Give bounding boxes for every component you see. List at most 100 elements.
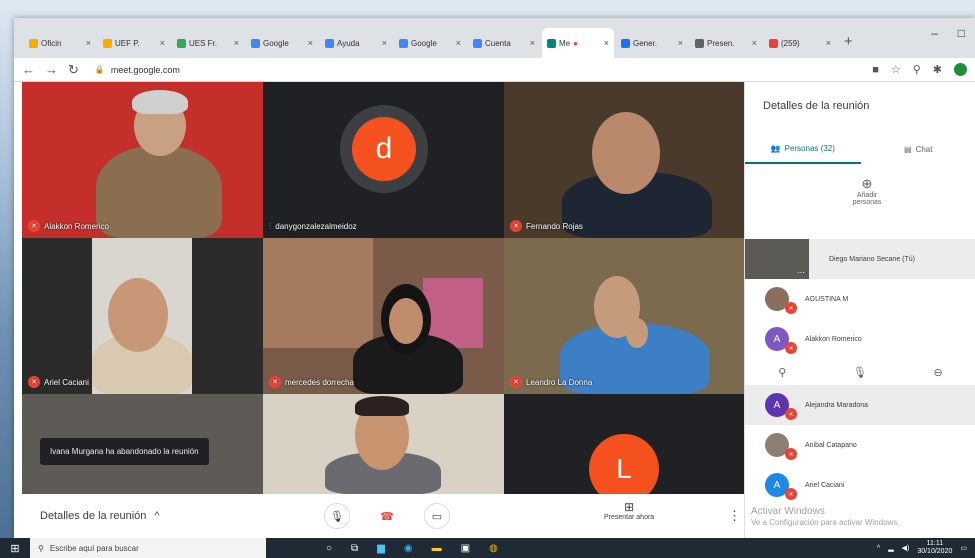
close-icon[interactable]: × xyxy=(382,38,387,48)
participant-name-label: ✕ Ariel Caciani xyxy=(28,376,89,388)
video-tile[interactable]: ✕ Alakkon Romerico xyxy=(22,82,263,238)
people-icon: 👥 xyxy=(770,143,781,153)
microphone-button[interactable]: 🎙 xyxy=(324,503,350,529)
browser-tab[interactable]: Google × xyxy=(246,28,318,58)
tab-label: Ayuda xyxy=(337,38,360,48)
browser-tab[interactable]: Gener. × xyxy=(616,28,688,58)
meeting-details-button[interactable]: Detalles de la reunión ^ xyxy=(40,510,160,522)
taskbar-search-box[interactable]: ⚲ Escribe aquí para buscar xyxy=(30,538,266,558)
browser-tab[interactable]: Oficin × xyxy=(24,28,96,58)
clock-date: 30/10/2020 xyxy=(917,548,953,555)
close-icon[interactable]: × xyxy=(456,38,461,48)
video-tile[interactable]: ✕ Ariel Caciani xyxy=(22,238,263,394)
panel-title: Detalles de la reunión xyxy=(763,100,870,112)
store-icon[interactable]: ▣ xyxy=(461,543,470,554)
video-tile[interactable]: d ⫶ danygonzalezalmeidoz xyxy=(263,82,504,238)
chrome-icon[interactable]: ◍ xyxy=(489,543,498,554)
notifications-icon[interactable]: ▭ xyxy=(960,544,967,552)
network-icon[interactable]: ▂ xyxy=(888,544,893,552)
chevron-up-icon: ^ xyxy=(154,510,160,522)
list-item[interactable]: A ✕ Alakkon Romerico xyxy=(745,319,975,359)
tab-chat[interactable]: ▤ Chat xyxy=(861,134,975,164)
camera-button[interactable]: ▭ xyxy=(424,503,450,529)
video-tile[interactable]: ✕ Leandro La Donna xyxy=(504,238,744,394)
more-icon[interactable]: ⋯ xyxy=(797,268,805,277)
camera-indicator-icon[interactable]: ■ xyxy=(872,64,879,76)
avatar: A ✕ xyxy=(765,473,797,500)
windows-start-icon[interactable]: ⊞ xyxy=(0,542,30,555)
list-item[interactable]: ✕ AGUSTINA M xyxy=(745,279,975,319)
cortana-icon[interactable]: ○ xyxy=(326,543,332,554)
browser-tab[interactable]: Presen. × xyxy=(690,28,762,58)
list-item[interactable]: A ✕ Alejandra Maradona xyxy=(745,385,975,425)
browser-tab[interactable]: (259) × xyxy=(764,28,836,58)
star-icon[interactable]: ☆ xyxy=(891,63,901,76)
new-tab-button[interactable]: + xyxy=(838,33,861,58)
close-icon[interactable]: × xyxy=(530,38,535,48)
meeting-details-label: Detalles de la reunión xyxy=(40,510,147,522)
volume-icon[interactable]: ◀) xyxy=(902,544,910,552)
browser-tab[interactable]: UEF P. × xyxy=(98,28,170,58)
watermark-title: Activar Windows xyxy=(751,506,825,517)
panel-tabs: 👥 Personas (32) ▤ Chat xyxy=(745,134,975,164)
close-icon[interactable]: × xyxy=(678,38,683,48)
search-icon[interactable]: ⚲ xyxy=(913,63,921,76)
video-tile[interactable]: ✕ mercedes dorrecha xyxy=(263,238,504,394)
chat-icon: ▤ xyxy=(904,144,912,154)
close-icon[interactable]: × xyxy=(752,38,757,48)
edge-icon[interactable]: ◉ xyxy=(404,543,413,554)
search-placeholder: Escribe aquí para buscar xyxy=(49,543,139,553)
list-item[interactable]: ✕ Anibal Catapano xyxy=(745,425,975,465)
watermark-text: Ve a Configuración para activar Windows. xyxy=(751,518,900,527)
browser-tab[interactable]: Cuenta × xyxy=(468,28,540,58)
meeting-details-panel: Detalles de la reunión 👥 Personas (32) ▤ C… xyxy=(744,82,975,538)
taskbar-clock[interactable]: 11:11 30/10/2020 xyxy=(917,540,952,556)
list-item[interactable]: ⋯ Diego Mariano Secane (Tú) xyxy=(745,239,975,279)
add-people-button[interactable]: ⊕ Añadir personas xyxy=(845,176,889,206)
avatar: A ✕ xyxy=(765,327,797,354)
tab-favicon-icon xyxy=(251,38,260,48)
avatar: ✕ xyxy=(765,433,797,460)
taskbar-apps: ○ ⧉ ▆ ◉ ▬ ▣ ◍ xyxy=(326,543,498,554)
more-options-icon[interactable]: ⋮ xyxy=(728,508,741,524)
profile-avatar[interactable] xyxy=(954,63,967,76)
browser-tab[interactable]: Ayuda × xyxy=(320,28,392,58)
mic-off-icon: ✕ xyxy=(785,302,797,314)
video-tile[interactable]: L xyxy=(504,394,744,494)
browser-tab[interactable]: UES Fr. × xyxy=(172,28,244,58)
reload-icon[interactable]: ↻ xyxy=(68,62,79,78)
back-arrow-icon[interactable]: ← xyxy=(22,62,35,77)
mic-off-icon: ✕ xyxy=(785,408,797,420)
close-icon[interactable]: × xyxy=(234,38,239,48)
video-tile[interactable]: ✕ Fernando Rojas xyxy=(504,82,744,238)
participant-name: AGUSTINA M xyxy=(805,295,849,303)
list-item[interactable]: A ✕ Ariel Caciani xyxy=(745,465,975,505)
leave-call-button[interactable]: ☎ xyxy=(374,503,400,529)
video-tile[interactable] xyxy=(263,394,504,494)
maximize-icon[interactable]: □ xyxy=(958,26,965,40)
present-now-button[interactable]: ⊞ Presentar ahora xyxy=(604,500,654,521)
tab-people[interactable]: 👥 Personas (32) xyxy=(745,134,861,164)
tab-label: UEF P. xyxy=(115,38,140,48)
mute-icon[interactable]: 🎙 xyxy=(853,366,867,379)
pin-icon[interactable]: ⚲ xyxy=(778,366,786,379)
close-icon[interactable]: × xyxy=(308,38,313,48)
tab-label: Oficin xyxy=(41,38,62,48)
video-tile[interactable]: Ivana Murgana ha abandonado la reunión xyxy=(22,394,263,494)
browser-tab[interactable]: Google × xyxy=(394,28,466,58)
chevron-up-icon[interactable]: ^ xyxy=(877,545,880,552)
remove-icon[interactable]: ⊖ xyxy=(933,366,942,379)
close-icon[interactable]: × xyxy=(160,38,165,48)
mic-off-icon: ✕ xyxy=(28,220,40,232)
close-icon[interactable]: × xyxy=(604,38,609,48)
minimize-icon[interactable]: – xyxy=(931,26,938,40)
extension-icon[interactable]: ✱ xyxy=(933,63,942,76)
close-icon[interactable]: × xyxy=(826,38,831,48)
close-icon[interactable]: × xyxy=(86,38,91,48)
file-explorer-icon[interactable]: ▬ xyxy=(432,543,442,554)
address-bar[interactable]: 🔒 meet.google.com xyxy=(89,61,862,79)
browser-tab-active[interactable]: Me ● × xyxy=(542,28,614,58)
app-icon[interactable]: ▆ xyxy=(377,543,385,554)
task-view-icon[interactable]: ⧉ xyxy=(351,543,358,554)
forward-arrow-icon[interactable]: → xyxy=(45,62,58,77)
